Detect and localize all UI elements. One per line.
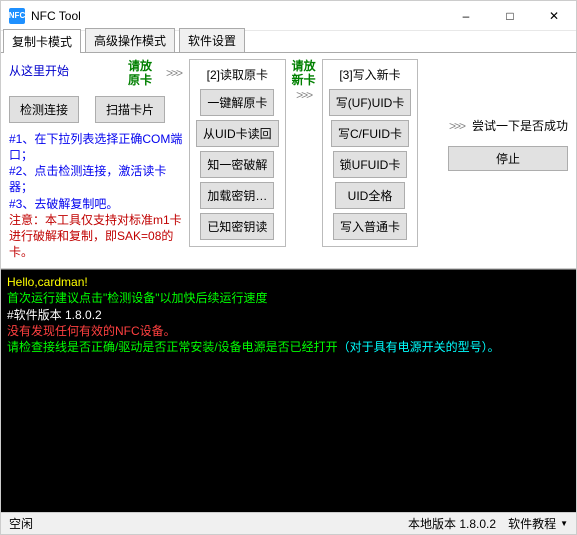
- chevron-down-icon: ▼: [560, 519, 568, 528]
- instructions: #1、在下拉列表选择正确COM端口； #2、点击检测连接，激活读卡器； #3、去…: [9, 131, 183, 261]
- instr-line-1: #1、在下拉列表选择正确COM端口；: [9, 131, 183, 163]
- known-key-read-button[interactable]: 已知密钥读: [200, 213, 274, 240]
- instr-line-3: #3、去破解复制吧。: [9, 196, 183, 212]
- place-new-label: 请放 新卡: [292, 59, 316, 88]
- lock-ufuid-button[interactable]: 锁UFUID卡: [333, 151, 408, 178]
- uid-full-format-button[interactable]: UID全格: [335, 182, 405, 209]
- arrow-3: >>>: [447, 119, 466, 133]
- arrow-1: >>>: [164, 66, 183, 80]
- console-output[interactable]: Hello,cardman! 首次运行建议点击"检测设备"以加快后续运行速度 #…: [1, 269, 576, 512]
- workflow-area: 从这里开始 请放 原卡 >>> 检测连接 扫描卡片 #1、在下拉列表选择正确CO…: [1, 53, 576, 269]
- stop-button[interactable]: 停止: [448, 146, 568, 171]
- right-column: >>> 尝试一下是否成功 停止: [428, 59, 568, 171]
- console-line: #软件版本 1.8.0.2: [7, 307, 570, 323]
- instr-line-2: #2、点击检测连接，激活读卡器；: [9, 163, 183, 195]
- start-column: 从这里开始 请放 原卡 >>> 检测连接 扫描卡片 #1、在下拉列表选择正确CO…: [9, 59, 183, 260]
- one-key-decode-button[interactable]: 一键解原卡: [200, 89, 274, 116]
- tab-advanced-mode[interactable]: 高级操作模式: [85, 28, 175, 52]
- load-keys-button[interactable]: 加载密钥…: [200, 182, 274, 209]
- console-line: Hello,cardman!: [7, 274, 570, 290]
- window-title: NFC Tool: [31, 9, 444, 23]
- close-button[interactable]: ✕: [532, 1, 576, 31]
- console-line: 没有发现任何有效的NFC设备。: [7, 323, 570, 339]
- start-heading: 从这里开始: [9, 62, 69, 79]
- place-original-label: 请放 原卡: [128, 59, 152, 88]
- write-normal-card-button[interactable]: 写入普通卡: [333, 213, 407, 240]
- read-from-uid-button[interactable]: 从UID卡读回: [196, 120, 279, 147]
- group-read-title: [2]读取原卡: [207, 66, 268, 83]
- status-version: 本地版本 1.8.0.2: [408, 515, 496, 532]
- maximize-button[interactable]: □: [488, 1, 532, 31]
- tab-settings[interactable]: 软件设置: [179, 28, 245, 52]
- tutorial-dropdown[interactable]: 软件教程 ▼: [508, 515, 568, 532]
- tab-strip: 复制卡模式 高级操作模式 软件设置: [1, 31, 576, 53]
- minimize-button[interactable]: –: [444, 1, 488, 31]
- group-read-original: [2]读取原卡 一键解原卡 从UID卡读回 知一密破解 加载密钥… 已知密钥读: [189, 59, 286, 247]
- tutorial-label: 软件教程: [508, 515, 556, 532]
- arrow-2: >>>: [294, 88, 313, 102]
- group-write-title: [3]写入新卡: [339, 66, 400, 83]
- statusbar: 空闲 本地版本 1.8.0.2 软件教程 ▼: [1, 512, 576, 534]
- known-one-key-crack-button[interactable]: 知一密破解: [200, 151, 274, 178]
- console-line: 首次运行建议点击"检测设备"以加快后续运行速度: [7, 290, 570, 306]
- titlebar: NFC NFC Tool – □ ✕: [1, 1, 576, 31]
- tab-copy-mode[interactable]: 复制卡模式: [3, 29, 81, 53]
- instr-warning: 注意：本工具仅支持对标准m1卡进行破解和复制，即SAK=08的卡。: [9, 212, 183, 261]
- write-uf-uid-button[interactable]: 写(UF)UID卡: [329, 89, 412, 116]
- detect-connection-button[interactable]: 检测连接: [9, 96, 79, 123]
- console-line: 请检查接线是否正确/驱动是否正常安装/设备电源是否已经打开（对于具有电源开关的型…: [7, 339, 570, 355]
- group-write-new: [3]写入新卡 写(UF)UID卡 写C/FUID卡 锁UFUID卡 UID全格…: [322, 59, 419, 247]
- write-cfuid-button[interactable]: 写C/FUID卡: [331, 120, 409, 147]
- try-label: 尝试一下是否成功: [472, 117, 568, 134]
- scan-card-button[interactable]: 扫描卡片: [95, 96, 165, 123]
- status-state: 空闲: [9, 515, 33, 532]
- step2-to-3: 请放 新卡 >>>: [292, 59, 316, 102]
- app-icon: NFC: [9, 8, 25, 24]
